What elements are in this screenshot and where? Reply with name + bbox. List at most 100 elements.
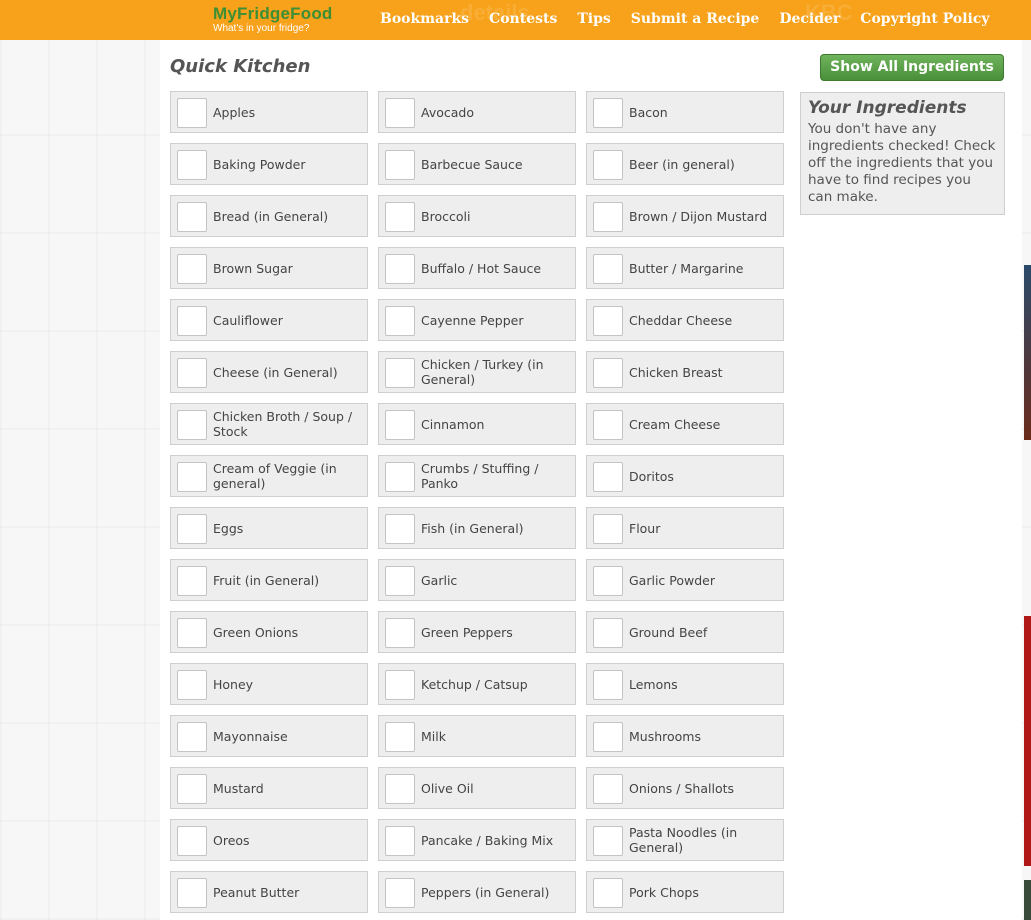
ingredient-card[interactable]: Ground Beef — [586, 611, 784, 653]
ingredient-checkbox[interactable] — [593, 202, 623, 232]
nav-submit-recipe[interactable]: Submit a Recipe — [631, 11, 760, 27]
ingredient-card[interactable]: Milk — [378, 715, 576, 757]
nav-bookmarks[interactable]: Bookmarks — [380, 11, 469, 27]
ingredient-checkbox[interactable] — [385, 150, 415, 180]
ingredient-card[interactable]: Beer (in general) — [586, 143, 784, 185]
ingredient-card[interactable]: Flour — [586, 507, 784, 549]
ingredient-checkbox[interactable] — [177, 254, 207, 284]
ingredient-card[interactable]: Brown / Dijon Mustard — [586, 195, 784, 237]
ingredient-card[interactable]: Peanut Butter — [170, 871, 368, 913]
ingredient-card[interactable]: Lemons — [586, 663, 784, 705]
ingredient-checkbox[interactable] — [593, 254, 623, 284]
ingredient-checkbox[interactable] — [177, 618, 207, 648]
ingredient-checkbox[interactable] — [593, 826, 623, 856]
ingredient-card[interactable]: Mushrooms — [586, 715, 784, 757]
ingredient-card[interactable]: Bread (in General) — [170, 195, 368, 237]
nav-copyright-policy[interactable]: Copyright Policy — [860, 11, 989, 27]
ingredient-card[interactable]: Garlic — [378, 559, 576, 601]
ingredient-card[interactable]: Pork Chops — [586, 871, 784, 913]
ingredient-card[interactable]: Green Onions — [170, 611, 368, 653]
ingredient-card[interactable]: Green Peppers — [378, 611, 576, 653]
nav-decider[interactable]: Decider — [779, 11, 840, 27]
ingredient-checkbox[interactable] — [593, 878, 623, 908]
ingredient-checkbox[interactable] — [385, 618, 415, 648]
ingredient-checkbox[interactable] — [593, 358, 623, 388]
ingredient-checkbox[interactable] — [385, 98, 415, 128]
ingredient-card[interactable]: Apples — [170, 91, 368, 133]
ingredient-card[interactable]: Peppers (in General) — [378, 871, 576, 913]
ingredient-checkbox[interactable] — [593, 514, 623, 544]
ingredient-card[interactable]: Fish (in General) — [378, 507, 576, 549]
ingredient-card[interactable]: Onions / Shallots — [586, 767, 784, 809]
ingredient-checkbox[interactable] — [177, 514, 207, 544]
show-all-ingredients-button[interactable]: Show All Ingredients — [820, 54, 1004, 81]
ingredient-checkbox[interactable] — [177, 150, 207, 180]
ingredient-checkbox[interactable] — [177, 98, 207, 128]
ingredient-checkbox[interactable] — [177, 410, 207, 440]
ingredient-card[interactable]: Buffalo / Hot Sauce — [378, 247, 576, 289]
ingredient-checkbox[interactable] — [593, 410, 623, 440]
ingredient-checkbox[interactable] — [593, 306, 623, 336]
ingredient-card[interactable]: Avocado — [378, 91, 576, 133]
ingredient-checkbox[interactable] — [593, 774, 623, 804]
ingredient-checkbox[interactable] — [593, 98, 623, 128]
ingredient-checkbox[interactable] — [177, 566, 207, 596]
nav-tips[interactable]: Tips — [577, 11, 610, 27]
ingredient-checkbox[interactable] — [385, 410, 415, 440]
ingredient-checkbox[interactable] — [177, 774, 207, 804]
ingredient-checkbox[interactable] — [177, 358, 207, 388]
ingredient-checkbox[interactable] — [385, 202, 415, 232]
ingredient-card[interactable]: Honey — [170, 663, 368, 705]
ingredient-card[interactable]: Brown Sugar — [170, 247, 368, 289]
ingredient-checkbox[interactable] — [177, 878, 207, 908]
ingredient-card[interactable]: Chicken Breast — [586, 351, 784, 393]
ingredient-card[interactable]: Pasta Noodles (in General) — [586, 819, 784, 861]
ingredient-card[interactable]: Cheddar Cheese — [586, 299, 784, 341]
ingredient-card[interactable]: Cinnamon — [378, 403, 576, 445]
ingredient-checkbox[interactable] — [177, 462, 207, 492]
ingredient-card[interactable]: Barbecue Sauce — [378, 143, 576, 185]
ingredient-card[interactable]: Olive Oil — [378, 767, 576, 809]
ingredient-card[interactable]: Doritos — [586, 455, 784, 497]
ingredient-card[interactable]: Broccoli — [378, 195, 576, 237]
ingredient-checkbox[interactable] — [593, 722, 623, 752]
ingredient-card[interactable]: Baking Powder — [170, 143, 368, 185]
ingredient-card[interactable]: Mayonnaise — [170, 715, 368, 757]
ingredient-card[interactable]: Cheese (in General) — [170, 351, 368, 393]
ingredient-checkbox[interactable] — [385, 566, 415, 596]
ingredient-card[interactable]: Cayenne Pepper — [378, 299, 576, 341]
ingredient-card[interactable]: Fruit (in General) — [170, 559, 368, 601]
ingredient-checkbox[interactable] — [385, 826, 415, 856]
ingredient-checkbox[interactable] — [385, 670, 415, 700]
ingredient-checkbox[interactable] — [385, 878, 415, 908]
ingredient-checkbox[interactable] — [177, 670, 207, 700]
ingredient-card[interactable]: Bacon — [586, 91, 784, 133]
ingredient-checkbox[interactable] — [177, 826, 207, 856]
ingredient-card[interactable]: Butter / Margarine — [586, 247, 784, 289]
ingredient-checkbox[interactable] — [385, 254, 415, 284]
ingredient-card[interactable]: Eggs — [170, 507, 368, 549]
ingredient-checkbox[interactable] — [593, 150, 623, 180]
ingredient-card[interactable]: Cream of Veggie (in general) — [170, 455, 368, 497]
ingredient-card[interactable]: Chicken / Turkey (in General) — [378, 351, 576, 393]
ingredient-card[interactable]: Garlic Powder — [586, 559, 784, 601]
ingredient-checkbox[interactable] — [593, 618, 623, 648]
ingredient-card[interactable]: Oreos — [170, 819, 368, 861]
ingredient-checkbox[interactable] — [177, 722, 207, 752]
ingredient-card[interactable]: Ketchup / Catsup — [378, 663, 576, 705]
site-logo[interactable]: MyFridgeFood What's in your fridge? — [213, 4, 333, 34]
ingredient-checkbox[interactable] — [385, 514, 415, 544]
ingredient-checkbox[interactable] — [385, 358, 415, 388]
ingredient-card[interactable]: Mustard — [170, 767, 368, 809]
nav-contests[interactable]: Contests — [489, 11, 557, 27]
ingredient-checkbox[interactable] — [593, 670, 623, 700]
ingredient-checkbox[interactable] — [385, 306, 415, 336]
ingredient-card[interactable]: Cauliflower — [170, 299, 368, 341]
ingredient-checkbox[interactable] — [177, 306, 207, 336]
ingredient-checkbox[interactable] — [385, 774, 415, 804]
ingredient-checkbox[interactable] — [593, 462, 623, 492]
ingredient-checkbox[interactable] — [385, 722, 415, 752]
ingredient-card[interactable]: Chicken Broth / Soup / Stock — [170, 403, 368, 445]
ingredient-card[interactable]: Cream Cheese — [586, 403, 784, 445]
ingredient-checkbox[interactable] — [177, 202, 207, 232]
